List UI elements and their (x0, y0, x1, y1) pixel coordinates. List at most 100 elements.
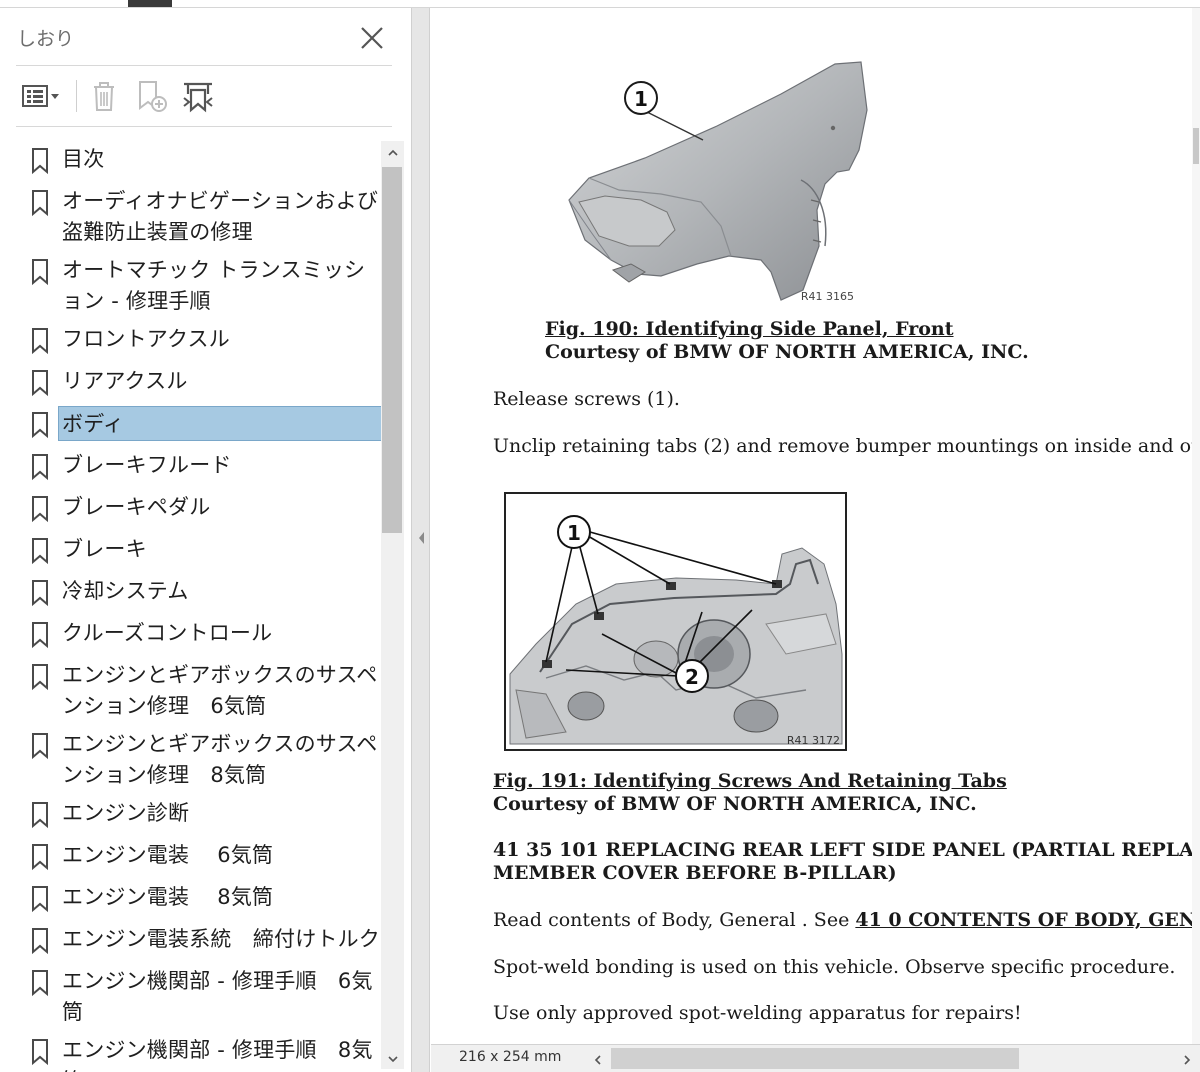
bookmark-item[interactable]: オーディオナビゲーションおよび盗難防止装置の修理 (20, 182, 382, 251)
toolbar-divider (76, 80, 77, 112)
bookmark-icon (20, 838, 58, 875)
bookmark-item[interactable]: エンジン電装 6気筒 (20, 836, 382, 878)
bookmark-icon (20, 964, 58, 1001)
bookmark-label: エンジン診断 (62, 801, 190, 825)
bookmark-label: リアアクスル (62, 369, 188, 393)
figure-code: R41 3172 (787, 734, 840, 747)
bookmark-label: オーディオナビゲーションおよび盗難防止装置の修理 (62, 189, 379, 244)
bookmark-label: エンジンとギアボックスのサスペンション修理 8気筒 (62, 732, 378, 787)
bookmark-item[interactable]: リアアクスル (20, 362, 382, 404)
scroll-left-icon[interactable] (591, 1052, 605, 1066)
figure-191-courtesy: Courtesy of BMW OF NORTH AMERICA, INC. (493, 793, 977, 815)
bookmark-label: エンジン機関部 - 修理手順 8気筒 (62, 1038, 373, 1072)
bookmark-label: ボディ (58, 406, 382, 441)
bookmark-icon (20, 796, 58, 833)
callout-label: 1 (567, 521, 581, 545)
bookmark-icon (20, 616, 58, 653)
bookmark-label: エンジンとギアボックスのサスペンション修理 6気筒 (62, 663, 378, 718)
bookmark-item[interactable]: フロントアクスル (20, 320, 382, 362)
bookmark-icon (20, 532, 58, 569)
bookmark-icon (20, 574, 58, 611)
bookmark-item[interactable]: エンジン機関部 - 修理手順 8気筒 (20, 1031, 382, 1072)
collapse-panel-icon[interactable] (417, 530, 425, 546)
bookmark-item[interactable]: オートマチック トランスミッション - 修理手順 (20, 251, 382, 320)
figure-code: R41 3165 (801, 290, 854, 303)
paragraph: Unclip retaining tabs (2) and remove bum… (493, 435, 1200, 457)
bookmark-options-icon[interactable] (16, 74, 66, 118)
section-heading: 41 35 101 REPLACING REAR LEFT SIDE PANEL… (493, 839, 1200, 861)
callout-label: 2 (685, 665, 699, 689)
scroll-thumb[interactable] (611, 1048, 1019, 1069)
expand-bookmark-icon[interactable] (178, 74, 218, 118)
top-bar (0, 0, 1200, 8)
figure-191-image: 1 2 R41 3172 (504, 492, 847, 751)
divider (16, 65, 392, 66)
bookmark-item[interactable]: ボディ (20, 404, 382, 446)
bookmark-icon (20, 448, 58, 485)
bookmark-icon (20, 184, 58, 221)
bookmark-scrollbar[interactable] (381, 141, 404, 1069)
divider (16, 126, 392, 127)
bookmark-item[interactable]: 冷却システム (20, 572, 382, 614)
paragraph: Read contents of Body, General . See 41 … (493, 909, 1200, 931)
bookmark-list: 目次オーディオナビゲーションおよび盗難防止装置の修理 オートマチック トランスミッ… (20, 140, 382, 1072)
bookmark-icon (20, 727, 58, 764)
scroll-thumb[interactable] (382, 167, 402, 533)
panel-title: しおり (17, 28, 75, 50)
bookmark-item[interactable]: エンジンとギアボックスのサスペンション修理 6気筒 (20, 656, 382, 725)
document-view: 1 R41 3165 Fig. 190: Identifying Side Pa… (431, 8, 1200, 1044)
bookmark-item[interactable]: 目次 (20, 140, 382, 182)
bookmark-item[interactable]: ブレーキ (20, 530, 382, 572)
status-bar: 216 x 254 mm (431, 1044, 1200, 1072)
document-vertical-scrollbar[interactable] (1192, 8, 1200, 1044)
active-tab-marker (128, 0, 172, 7)
section-heading: MEMBER COVER BEFORE B-PILLAR) (493, 862, 897, 884)
bookmark-label: 冷却システム (62, 579, 189, 603)
bookmark-label: フロントアクスル (62, 327, 230, 351)
scroll-right-icon[interactable] (1180, 1052, 1194, 1066)
paragraph: Use only approved spot-welding apparatus… (493, 1002, 1022, 1024)
close-icon[interactable] (356, 22, 388, 54)
figure-191-caption: Fig. 191: Identifying Screws And Retaini… (493, 770, 1007, 792)
add-bookmark-icon[interactable] (132, 74, 172, 118)
figure-190-image: 1 R41 3165 (549, 50, 889, 312)
bookmark-label: ブレーキ (62, 537, 147, 561)
horizontal-scrollbar[interactable] (591, 1045, 1200, 1072)
bookmark-icon (20, 142, 58, 179)
paragraph-text: Read contents of Body, General . See (493, 909, 856, 931)
bookmark-icon (20, 253, 58, 290)
bookmark-label: エンジン電装 8気筒 (62, 885, 274, 909)
bookmark-label: ブレーキペダル (62, 495, 211, 519)
bookmark-item[interactable]: ブレーキフルード (20, 446, 382, 488)
bookmark-item[interactable]: エンジンとギアボックスのサスペンション修理 8気筒 (20, 725, 382, 794)
bookmark-item[interactable]: エンジン機関部 - 修理手順 6気筒 (20, 962, 382, 1031)
cross-reference-link[interactable]: 41 0 CONTENTS OF BODY, GENERAL (855, 909, 1200, 931)
bookmark-label: クルーズコントロール (62, 621, 273, 645)
bookmark-label: ブレーキフルード (62, 453, 232, 477)
scroll-up-icon[interactable] (386, 145, 400, 159)
trash-icon[interactable] (86, 74, 122, 118)
bookmark-item[interactable]: クルーズコントロール (20, 614, 382, 656)
bookmark-item[interactable]: エンジン電装 8気筒 (20, 878, 382, 920)
bookmark-item[interactable]: エンジン電装系統 締付けトルク (20, 920, 382, 962)
panel-splitter[interactable] (412, 8, 430, 1072)
figure-190-caption: Fig. 190: Identifying Side Panel, Front (545, 318, 954, 340)
scroll-down-icon[interactable] (386, 1051, 400, 1065)
bookmark-icon (20, 922, 58, 959)
bookmark-label: エンジン機関部 - 修理手順 6気筒 (62, 969, 373, 1024)
bookmark-label: エンジン電装 6気筒 (62, 843, 274, 867)
bookmark-icon (20, 1033, 58, 1070)
paragraph: Spot-weld bonding is used on this vehicl… (493, 956, 1176, 978)
bookmark-icon (20, 490, 58, 527)
scroll-thumb[interactable] (1193, 128, 1199, 164)
bookmark-icon (20, 322, 58, 359)
bookmark-label: オートマチック トランスミッション - 修理手順 (62, 258, 366, 313)
bookmark-item[interactable]: エンジン診断 (20, 794, 382, 836)
bookmark-toolbar (16, 74, 396, 118)
bookmarks-panel: しおり 目次 オーディオナビゲーションおよび盗難防止装置の修理 オートマチック … (0, 8, 412, 1072)
bookmark-icon (20, 364, 58, 401)
bookmark-icon (20, 658, 58, 695)
paragraph: Release screws (1). (493, 388, 680, 410)
bookmark-icon (20, 406, 58, 443)
bookmark-item[interactable]: ブレーキペダル (20, 488, 382, 530)
